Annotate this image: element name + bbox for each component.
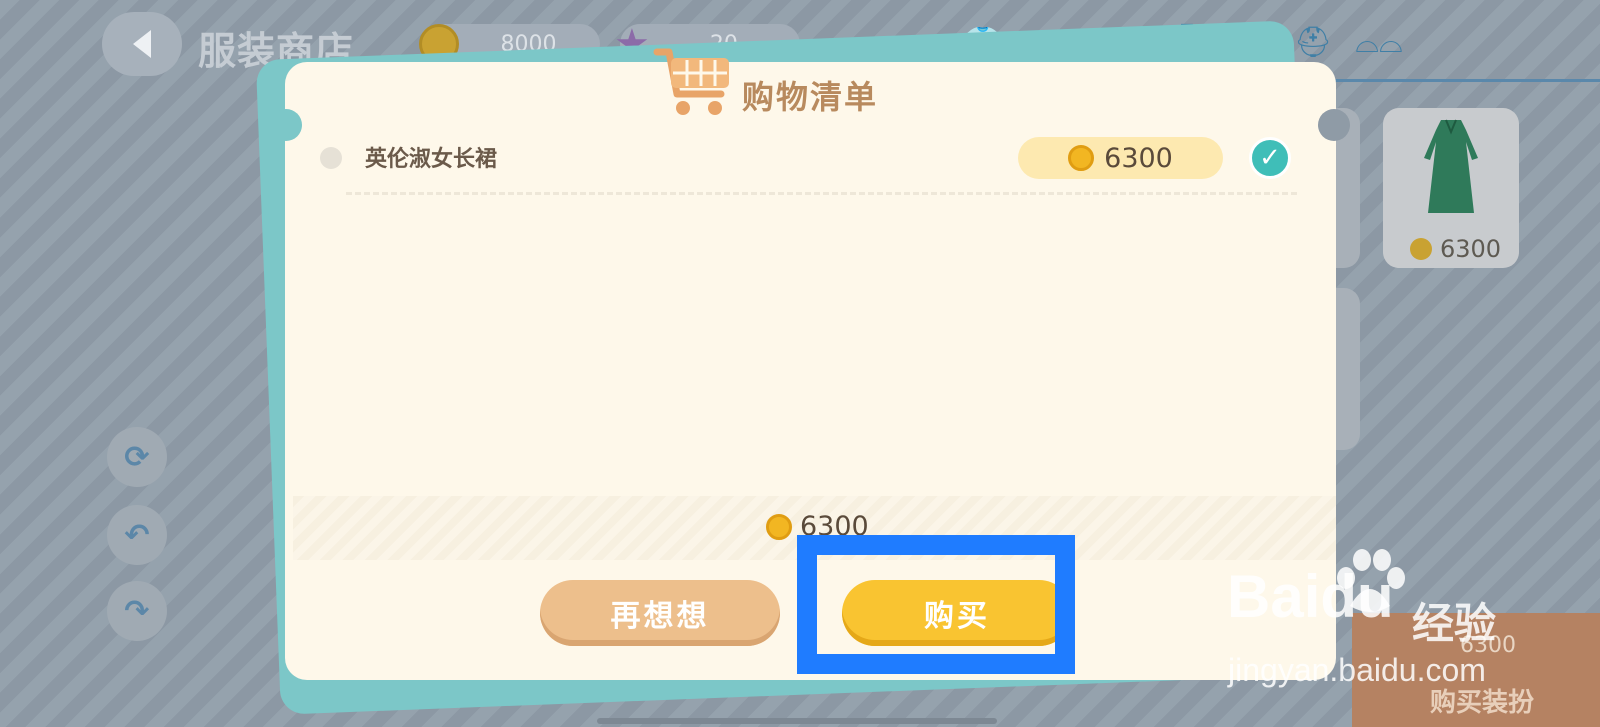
rotate-icon[interactable]: ⟳ xyxy=(107,427,167,487)
dialog-title: 购物清单 xyxy=(742,78,879,116)
back-button[interactable] xyxy=(102,12,182,76)
coin-icon xyxy=(766,513,792,540)
watermark-brand: 经验 xyxy=(1412,599,1497,648)
hat-icon[interactable]: ⛑ xyxy=(1290,22,1336,62)
cart-item-row: 英伦淑女长裙 6300 ✓ xyxy=(312,133,1297,193)
shopping-cart-icon xyxy=(653,48,729,115)
tab-underline xyxy=(1300,79,1600,82)
coin-icon xyxy=(1410,238,1432,260)
redo-icon[interactable]: ↷ xyxy=(107,581,167,641)
glasses-icon[interactable]: ⌓⌓ xyxy=(1355,22,1402,62)
dress-thumbnail-icon xyxy=(1424,119,1478,213)
item-name: 英伦淑女长裙 xyxy=(365,147,498,172)
undo-icon[interactable]: ↶ xyxy=(107,505,167,565)
rethink-button[interactable]: 再想想 xyxy=(540,580,780,646)
back-arrow-icon xyxy=(133,30,151,58)
item-price-value: 6300 xyxy=(1104,142,1173,174)
item-bullet xyxy=(320,147,342,169)
watermark-url: jingyan.baidu.com xyxy=(1228,652,1486,688)
item-price: 6300 xyxy=(1018,137,1223,179)
product-price-value: 6300 xyxy=(1440,235,1502,263)
paper-notch xyxy=(1318,109,1350,141)
watermark-logo: Baidu xyxy=(1227,563,1394,630)
home-indicator xyxy=(597,718,997,724)
product-price: 6300 xyxy=(1410,235,1501,263)
coin-icon xyxy=(1068,145,1095,171)
checkmark-icon[interactable]: ✓ xyxy=(1249,137,1291,179)
highlight-box xyxy=(797,535,1075,674)
paper-notch xyxy=(270,109,302,141)
row-divider xyxy=(346,192,1297,195)
